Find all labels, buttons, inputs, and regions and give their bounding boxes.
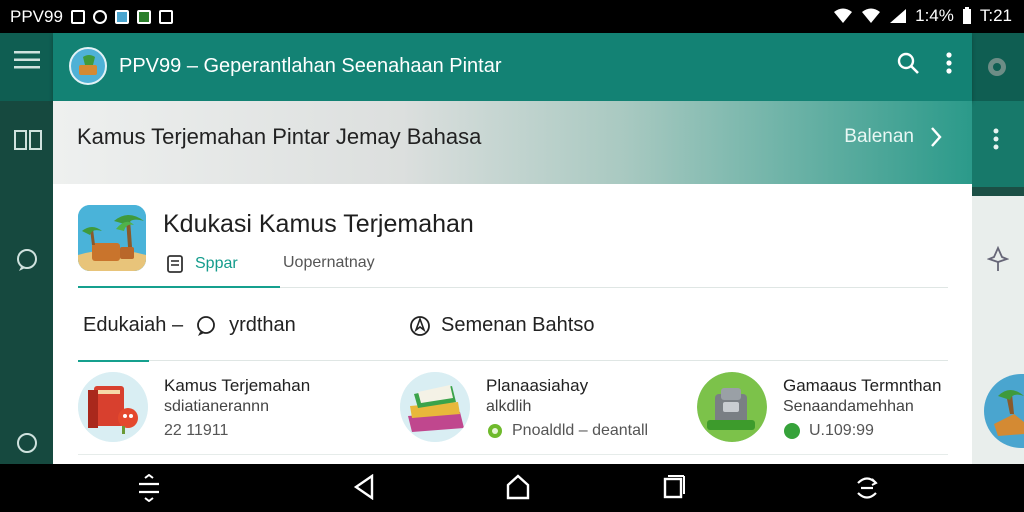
circle-icon[interactable]	[15, 431, 39, 461]
rotate-icon[interactable]	[854, 474, 880, 509]
menu-icon[interactable]	[14, 50, 40, 76]
item-meta: U.109:99	[783, 422, 874, 440]
item-title: Gamaaus Termnthan	[783, 376, 942, 395]
notification-icon	[70, 10, 85, 24]
item-meta-label: Pnoaldld – deantall	[512, 422, 649, 439]
document-icon	[167, 255, 183, 273]
books-icon	[78, 372, 148, 442]
tab-uopernatnay[interactable]: Uopernatnay	[283, 254, 375, 272]
banner: Kamus Terjemahan Pintar Jemay Bahasa Bal…	[53, 101, 972, 184]
chevron-right-icon	[931, 127, 942, 147]
robot-icon	[697, 372, 767, 442]
item-title: Kamus Terjemahan	[164, 376, 311, 395]
chat-icon[interactable]	[15, 248, 39, 278]
wifi-icon	[862, 8, 881, 23]
app-bar: PPV99 – Geperantlahan Seenahaan Pintar	[53, 33, 972, 101]
item-meta: Pnoaldld – deantall	[486, 422, 648, 440]
list-item[interactable]: Gamaaus Termnthan Senaandamehhan U.109:9…	[697, 372, 957, 446]
filter-label: Edukaiah –	[83, 314, 184, 336]
item-meta-label: 22 11911	[164, 422, 229, 439]
item-title: Planaasiahay	[486, 376, 589, 395]
book-icon[interactable]	[14, 129, 42, 157]
clock: T:21	[979, 6, 1012, 25]
item-subtitle: alkdlih	[486, 398, 532, 415]
navigation-bar	[0, 464, 1024, 512]
tab-sppar[interactable]: Sppar	[165, 254, 238, 274]
tab-indicator	[78, 286, 280, 288]
content-card: Kdukasi Kamus Terjemahan Sppar Uopernatn…	[53, 184, 972, 464]
status-bar: PPV99 1:4% T:21	[0, 0, 1024, 33]
app-logo	[69, 47, 107, 85]
tab-label: Uopernatnay	[283, 254, 375, 271]
card-title: Kdukasi Kamus Terjemahan	[163, 210, 474, 238]
banner-title: Kamus Terjemahan Pintar Jemay Bahasa	[77, 124, 482, 149]
item-meta: 22 11911	[164, 422, 228, 440]
list-item[interactable]: Planaasiahay alkdlih Pnoaldld – deantall	[400, 372, 700, 446]
search-icon[interactable]	[896, 51, 920, 82]
divider	[78, 454, 948, 455]
banner-link-label: Balenan	[844, 126, 914, 147]
recent-apps-alt-icon[interactable]	[136, 473, 162, 509]
filter-label: Semenan Bahtso	[441, 314, 595, 336]
filter-semenan[interactable]: Semenan Bahtso	[409, 314, 594, 337]
divider	[149, 360, 948, 361]
list-item[interactable]: Kamus Terjemahan sdiatianerannn 22 11911	[78, 372, 378, 446]
carrier-label: PPV99	[10, 7, 63, 26]
item-subtitle: sdiatianerannn	[164, 398, 269, 415]
item-meta-label: U.109:99	[809, 422, 874, 439]
pin-icon[interactable]	[986, 245, 1010, 278]
recents-icon[interactable]	[662, 474, 686, 507]
more-vertical-icon[interactable]	[946, 51, 952, 82]
books-stack-icon	[400, 372, 470, 442]
filter-sub-label: yrdthan	[229, 314, 296, 336]
wifi-icon	[834, 8, 853, 23]
item-subtitle: Senaandamehhan	[783, 398, 914, 415]
more-vertical-icon[interactable]	[993, 128, 999, 156]
battery-percent: 1:4%	[915, 6, 954, 25]
tab-label: Sppar	[195, 255, 238, 272]
sync-icon	[92, 10, 107, 24]
divider	[280, 287, 948, 288]
card-icon	[78, 205, 146, 271]
settings-icon[interactable]	[984, 54, 1010, 86]
banner-link[interactable]: Balenan	[844, 126, 942, 148]
filter-edukaiah[interactable]: Edukaiah – yrdthan	[83, 314, 296, 337]
settings-icon	[158, 10, 173, 24]
home-icon[interactable]	[505, 474, 531, 507]
signal-icon	[890, 9, 907, 23]
gear-icon	[488, 424, 502, 438]
status-dot-icon	[784, 423, 800, 439]
back-icon[interactable]	[352, 473, 376, 507]
compass-icon	[410, 315, 430, 336]
chat-icon	[197, 315, 215, 336]
image-icon	[114, 10, 129, 24]
download-icon	[136, 10, 151, 24]
app-title: PPV99 – Geperantlahan Seenahaan Pintar	[119, 55, 502, 77]
battery-icon	[962, 7, 971, 24]
filter-indicator	[78, 360, 149, 362]
